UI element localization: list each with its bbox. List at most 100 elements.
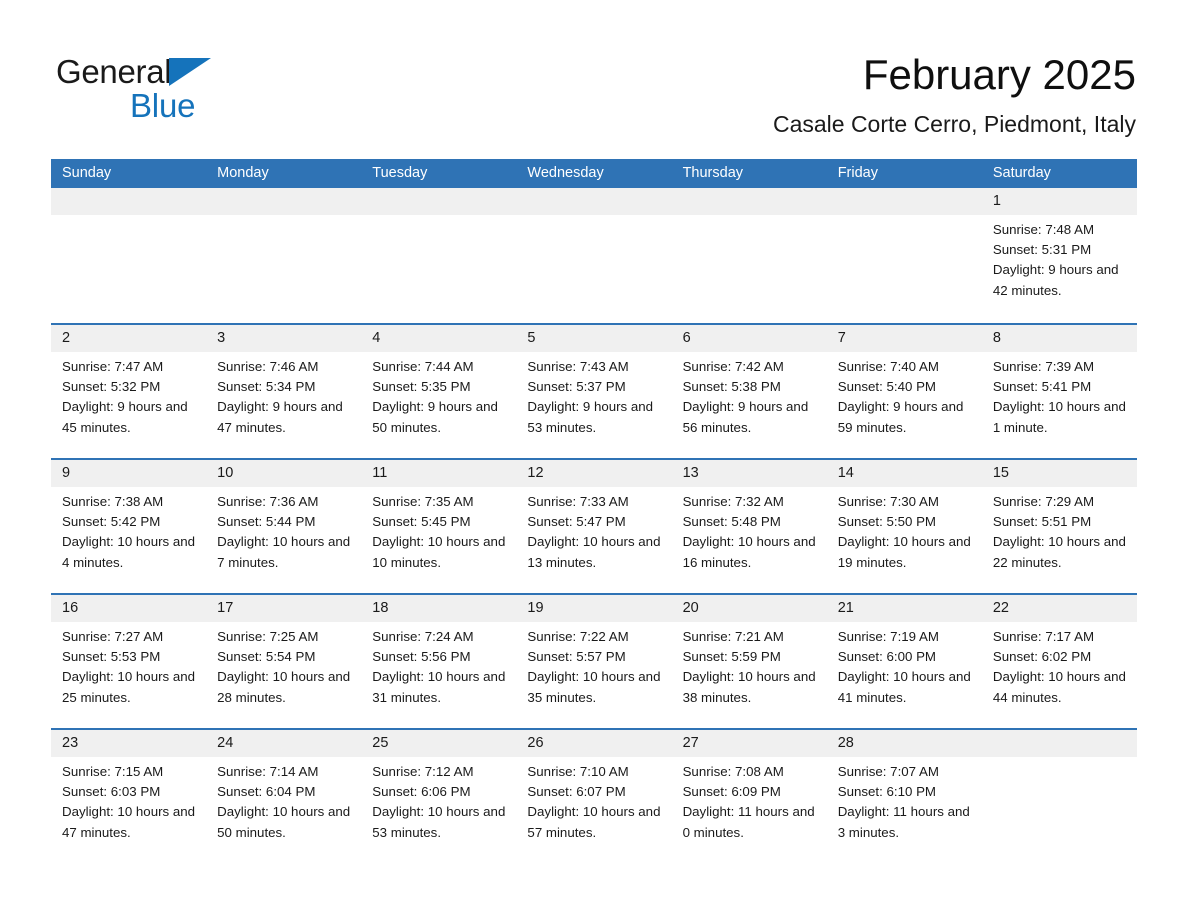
sunrise-text: Sunrise: 7:33 AM (527, 494, 629, 509)
calendar-day-cell-empty (206, 188, 362, 323)
day-details: Sunrise: 7:35 AM Sunset: 5:45 PM Daylight:… (361, 487, 516, 573)
calendar-day-cell[interactable]: 18 Sunrise: 7:24 AM Sunset: 5:56 PM Dayligh… (361, 595, 517, 728)
sunrise-text: Sunrise: 7:10 AM (527, 764, 629, 779)
sunset-text: Sunset: 5:37 PM (527, 379, 626, 395)
sunrise-text: Sunrise: 7:21 AM (682, 629, 784, 644)
daylight-text: Daylight: 10 hours and 22 minutes. (992, 534, 1126, 570)
weekday-header-row: Sunday Monday Tuesday Wednesday Thursday Frid… (51, 159, 1137, 188)
day-number: 2 (51, 325, 207, 352)
day-number (516, 188, 672, 215)
day-details: Sunrise: 7:36 AM Sunset: 5:44 PM Daylight:… (206, 487, 361, 573)
calendar-day-cell[interactable]: 19 Sunrise: 7:22 AM Sunset: 5:57 PM Dayligh… (516, 595, 672, 728)
sunrise-text: Sunrise: 7:48 AM (992, 222, 1095, 237)
daylight-text: Daylight: 10 hours and 47 minutes. (62, 804, 196, 840)
sunrise-text: Sunrise: 7:44 AM (372, 359, 474, 374)
calendar-day-cell[interactable]: 24 Sunrise: 7:14 AM Sunset: 6:04 PM Dayligh… (206, 730, 362, 863)
day-details: Sunrise: 7:15 AM Sunset: 6:03 PM Daylight:… (51, 757, 206, 843)
day-number: 7 (826, 325, 982, 352)
calendar-day-cell[interactable]: 4 Sunrise: 7:44 AM Sunset: 5:35 PM Daylight… (361, 325, 517, 458)
calendar-day-cell[interactable]: 2 Sunrise: 7:47 AM Sunset: 5:32 PM Daylight… (51, 325, 207, 458)
day-number: 4 (361, 325, 517, 352)
calendar-day-cell[interactable]: 14 Sunrise: 7:30 AM Sunset: 5:50 PM Dayligh… (826, 460, 982, 593)
calendar-week-row: 23 Sunrise: 7:15 AM Sunset: 6:03 PM Dayligh… (51, 728, 1137, 863)
daylight-text: Daylight: 10 hours and 35 minutes. (527, 669, 661, 705)
sunrise-text: Sunrise: 7:07 AM (837, 764, 939, 779)
calendar-day-cell[interactable]: 16 Sunrise: 7:27 AM Sunset: 5:53 PM Dayligh… (51, 595, 207, 728)
sunset-text: Sunset: 5:56 PM (372, 649, 471, 665)
sunrise-text: Sunrise: 7:27 AM (62, 629, 164, 644)
sunset-text: Sunset: 6:06 PM (372, 784, 471, 800)
calendar-day-cell[interactable]: 8 Sunrise: 7:39 AM Sunset: 5:41 PM Daylight… (981, 325, 1137, 458)
day-number: 14 (826, 460, 982, 487)
day-details: Sunrise: 7:38 AM Sunset: 5:42 PM Daylight:… (51, 487, 206, 573)
sunset-text: Sunset: 5:38 PM (682, 379, 781, 395)
sunrise-text: Sunrise: 7:22 AM (527, 629, 629, 644)
daylight-text: Daylight: 10 hours and 1 minute. (992, 399, 1126, 435)
daylight-text: Daylight: 10 hours and 57 minutes. (527, 804, 661, 840)
weekday-header-wednesday: Wednesday (527, 165, 604, 181)
calendar-day-cell[interactable]: 23 Sunrise: 7:15 AM Sunset: 6:03 PM Dayligh… (51, 730, 207, 863)
calendar-day-cell[interactable]: 22 Sunrise: 7:17 AM Sunset: 6:02 PM Dayligh… (981, 595, 1137, 728)
weekday-header-saturday: Saturday (992, 165, 1051, 181)
day-number: 13 (671, 460, 827, 487)
calendar-day-cell-empty (981, 730, 1137, 863)
sunset-text: Sunset: 5:31 PM (992, 242, 1092, 258)
daylight-text: Daylight: 10 hours and 13 minutes. (527, 534, 661, 570)
logo-text-blue: Blue (130, 87, 196, 124)
calendar-week-row: 9 Sunrise: 7:38 AM Sunset: 5:42 PM Daylight… (51, 458, 1137, 593)
sunrise-text: Sunrise: 7:46 AM (217, 359, 319, 374)
sunset-text: Sunset: 5:50 PM (837, 514, 937, 530)
sunrise-text: Sunrise: 7:12 AM (372, 764, 474, 779)
sunrise-text: Sunrise: 7:30 AM (837, 494, 939, 509)
day-details: Sunrise: 7:07 AM Sunset: 6:10 PM Daylight:… (827, 757, 982, 843)
day-details: Sunrise: 7:29 AM Sunset: 5:51 PM Daylight:… (982, 487, 1137, 573)
calendar-day-cell[interactable]: 21 Sunrise: 7:19 AM Sunset: 6:00 PM Dayligh… (826, 595, 982, 728)
calendar-day-cell[interactable]: 20 Sunrise: 7:21 AM Sunset: 5:59 PM Dayligh… (671, 595, 827, 728)
calendar-day-cell[interactable]: 27 Sunrise: 7:08 AM Sunset: 6:09 PM Dayligh… (671, 730, 827, 863)
daylight-text: Daylight: 10 hours and 53 minutes. (372, 804, 506, 840)
daylight-text: Daylight: 9 hours and 45 minutes. (62, 399, 188, 435)
calendar-day-cell[interactable]: 3 Sunrise: 7:46 AM Sunset: 5:34 PM Daylight… (206, 325, 362, 458)
calendar-day-cell[interactable]: 10 Sunrise: 7:36 AM Sunset: 5:44 PM Dayligh… (206, 460, 362, 593)
calendar-day-cell[interactable]: 26 Sunrise: 7:10 AM Sunset: 6:07 PM Dayligh… (516, 730, 672, 863)
calendar-day-cell-empty (516, 188, 672, 323)
day-details: Sunrise: 7:10 AM Sunset: 6:07 PM Daylight:… (516, 757, 671, 843)
day-number: 26 (516, 730, 672, 757)
calendar-page: General Blue February 2025 Casale Corte … (0, 0, 1188, 918)
day-number: 3 (206, 325, 362, 352)
calendar-day-cell[interactable]: 6 Sunrise: 7:42 AM Sunset: 5:38 PM Daylight… (671, 325, 827, 458)
day-details: Sunrise: 7:47 AM Sunset: 5:32 PM Daylight:… (51, 352, 206, 438)
daylight-text: Daylight: 9 hours and 42 minutes. (992, 262, 1119, 298)
sunrise-text: Sunrise: 7:25 AM (217, 629, 319, 644)
calendar-day-cell[interactable]: 12 Sunrise: 7:33 AM Sunset: 5:47 PM Dayligh… (516, 460, 672, 593)
day-number: 27 (671, 730, 827, 757)
day-number: 16 (51, 595, 207, 622)
general-blue-logo: General Blue (56, 55, 256, 125)
calendar-day-cell[interactable]: 11 Sunrise: 7:35 AM Sunset: 5:45 PM Dayligh… (361, 460, 517, 593)
title-block: February 2025 Casale Corte Cerro, Piedmo… (773, 50, 1136, 139)
day-details: Sunrise: 7:40 AM Sunset: 5:40 PM Daylight:… (827, 352, 982, 438)
sunrise-text: Sunrise: 7:32 AM (682, 494, 784, 509)
calendar-day-cell[interactable]: 15 Sunrise: 7:29 AM Sunset: 5:51 PM Dayligh… (981, 460, 1137, 593)
calendar-day-cell[interactable]: 28 Sunrise: 7:07 AM Sunset: 6:10 PM Dayligh… (826, 730, 982, 863)
daylight-text: Daylight: 11 hours and 3 minutes. (837, 804, 970, 840)
calendar-week-row: 16 Sunrise: 7:27 AM Sunset: 5:53 PM Dayligh… (51, 593, 1137, 728)
day-details: Sunrise: 7:08 AM Sunset: 6:09 PM Daylight:… (672, 757, 827, 843)
sunrise-text: Sunrise: 7:40 AM (837, 359, 939, 374)
daylight-text: Daylight: 10 hours and 31 minutes. (372, 669, 506, 705)
calendar-day-cell[interactable]: 7 Sunrise: 7:40 AM Sunset: 5:40 PM Daylight… (826, 325, 982, 458)
sunset-text: Sunset: 5:40 PM (837, 379, 937, 395)
day-number: 24 (206, 730, 362, 757)
calendar-day-cell[interactable]: 13 Sunrise: 7:32 AM Sunset: 5:48 PM Dayligh… (671, 460, 827, 593)
calendar-day-cell[interactable]: 17 Sunrise: 7:25 AM Sunset: 5:54 PM Dayligh… (206, 595, 362, 728)
day-details: Sunrise: 7:32 AM Sunset: 5:48 PM Daylight:… (672, 487, 827, 573)
calendar-day-cell[interactable]: 25 Sunrise: 7:12 AM Sunset: 6:06 PM Dayligh… (361, 730, 517, 863)
calendar-day-cell[interactable]: 5 Sunrise: 7:43 AM Sunset: 5:37 PM Daylight… (516, 325, 672, 458)
daylight-text: Daylight: 10 hours and 16 minutes. (682, 534, 816, 570)
daylight-text: Daylight: 10 hours and 10 minutes. (372, 534, 506, 570)
calendar-day-cell[interactable]: 1 Sunrise: 7:48 AM Sunset: 5:31 PM Daylight… (981, 188, 1137, 323)
day-number: 17 (206, 595, 362, 622)
day-details: Sunrise: 7:30 AM Sunset: 5:50 PM Daylight:… (827, 487, 982, 573)
calendar-day-cell[interactable]: 9 Sunrise: 7:38 AM Sunset: 5:42 PM Daylight… (51, 460, 207, 593)
day-details: Sunrise: 7:12 AM Sunset: 6:06 PM Daylight:… (361, 757, 516, 843)
